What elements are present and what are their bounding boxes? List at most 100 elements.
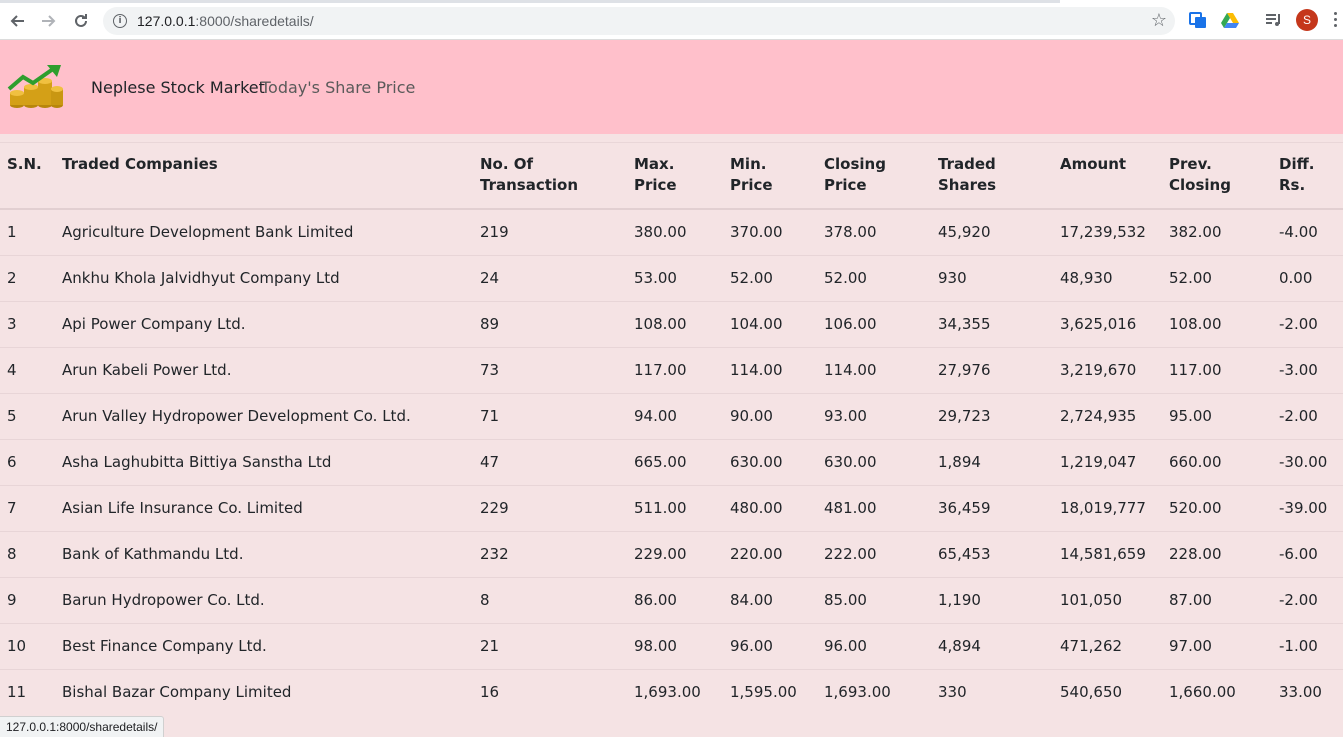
cell-sn: 2	[0, 255, 55, 302]
cell-diff: -4.00	[1272, 208, 1343, 256]
cell-amount: 540,650	[1053, 669, 1162, 715]
cell-min-price: 220.00	[723, 531, 817, 578]
forward-arrow-icon[interactable]	[38, 10, 60, 32]
cell-sn: 1	[0, 208, 55, 256]
cell-diff: -30.00	[1272, 439, 1343, 486]
cell-amount: 14,581,659	[1053, 531, 1162, 578]
status-bar-url: 127.0.0.1:8000/sharedetails/	[0, 716, 165, 737]
cell-closing-price: 378.00	[817, 208, 931, 256]
cell-closing-price: 630.00	[817, 439, 931, 486]
site-info-icon[interactable]: i	[113, 14, 127, 28]
cell-sn: 6	[0, 439, 55, 486]
column-header-line1: Diff.	[1279, 155, 1315, 173]
cell-min-price: 370.00	[723, 208, 817, 256]
cell-company: Asha Laghubitta Bittiya Sanstha Ltd	[55, 439, 473, 486]
reload-icon[interactable]	[70, 10, 92, 32]
cell-min-price: 480.00	[723, 485, 817, 532]
cell-diff: -2.00	[1272, 393, 1343, 440]
cell-closing-price: 106.00	[817, 301, 931, 348]
cell-diff: -2.00	[1272, 301, 1343, 348]
back-arrow-icon[interactable]	[6, 10, 28, 32]
cell-company: Arun Valley Hydropower Development Co. L…	[55, 393, 473, 440]
cell-max-price: 511.00	[627, 485, 723, 532]
cell-prev-closing: 520.00	[1162, 485, 1272, 532]
cell-prev-closing: 382.00	[1162, 208, 1272, 256]
url-host: 127.0.0.1	[137, 13, 196, 29]
column-header: S.N.	[0, 142, 55, 210]
cell-diff: -6.00	[1272, 531, 1343, 578]
cell-sn: 11	[0, 669, 55, 715]
url-text[interactable]: 127.0.0.1:8000/sharedetails/	[137, 13, 314, 29]
active-tab-edge	[1060, 0, 1343, 3]
cell-closing-price: 96.00	[817, 623, 931, 670]
column-header: Traded Companies	[55, 142, 473, 210]
table-row: 3 Api Power Company Ltd. 89 108.00 104.00 106…	[0, 301, 1343, 348]
media-queue-icon[interactable]	[1265, 11, 1283, 29]
column-header-line2: Shares	[938, 176, 997, 194]
cell-prev-closing: 95.00	[1162, 393, 1272, 440]
share-price-table: S.N. Traded Companies No. Of Transaction Max…	[0, 142, 1343, 715]
profile-avatar[interactable]: S	[1296, 9, 1318, 31]
cell-traded-shares: 36,459	[931, 485, 1053, 532]
cell-company: Best Finance Company Ltd.	[55, 623, 473, 670]
cell-closing-price: 1,693.00	[817, 669, 931, 715]
column-header: Closing Price	[817, 142, 931, 210]
cell-min-price: 630.00	[723, 439, 817, 486]
cell-diff: -2.00	[1272, 577, 1343, 624]
column-header-line1: Traded	[938, 155, 996, 173]
cell-min-price: 90.00	[723, 393, 817, 440]
column-header-line1: Amount	[1060, 155, 1127, 173]
bookmark-star-icon[interactable]: ☆	[1151, 10, 1167, 31]
cell-amount: 3,625,016	[1053, 301, 1162, 348]
cell-company: Bishal Bazar Company Limited	[55, 669, 473, 715]
cell-diff: -3.00	[1272, 347, 1343, 394]
cell-amount: 18,019,777	[1053, 485, 1162, 532]
cell-prev-closing: 87.00	[1162, 577, 1272, 624]
cell-prev-closing: 660.00	[1162, 439, 1272, 486]
cell-max-price: 229.00	[627, 531, 723, 578]
table-row: 6 Asha Laghubitta Bittiya Sanstha Ltd 47 66…	[0, 439, 1343, 486]
column-header-line1: No. Of	[480, 155, 534, 173]
column-header: Amount	[1053, 142, 1162, 210]
cell-amount: 1,219,047	[1053, 439, 1162, 486]
google-drive-icon[interactable]	[1221, 11, 1239, 29]
translate-extension-icon[interactable]	[1189, 11, 1207, 29]
browser-menu-icon[interactable]	[1334, 12, 1338, 28]
address-bar[interactable]: i 127.0.0.1:8000/sharedetails/ ☆	[103, 7, 1175, 35]
cell-transactions: 73	[473, 347, 627, 394]
column-header-line1: Min.	[730, 155, 767, 173]
cell-diff: -1.00	[1272, 623, 1343, 670]
cell-max-price: 86.00	[627, 577, 723, 624]
cell-closing-price: 85.00	[817, 577, 931, 624]
cell-max-price: 108.00	[627, 301, 723, 348]
column-header-line2: Price	[634, 176, 677, 194]
table-body: 1 Agriculture Development Bank Limited 219…	[0, 208, 1343, 715]
table-row: 10 Best Finance Company Ltd. 21 98.00 96.00 9…	[0, 623, 1343, 670]
stock-logo-icon[interactable]	[7, 63, 65, 111]
column-header: No. Of Transaction	[473, 142, 627, 210]
cell-traded-shares: 45,920	[931, 208, 1053, 256]
cell-sn: 5	[0, 393, 55, 440]
cell-traded-shares: 29,723	[931, 393, 1053, 440]
cell-prev-closing: 1,660.00	[1162, 669, 1272, 715]
cell-transactions: 47	[473, 439, 627, 486]
cell-sn: 3	[0, 301, 55, 348]
cell-max-price: 53.00	[627, 255, 723, 302]
cell-min-price: 1,595.00	[723, 669, 817, 715]
cell-min-price: 104.00	[723, 301, 817, 348]
cell-amount: 3,219,670	[1053, 347, 1162, 394]
column-header: Traded Shares	[931, 142, 1053, 210]
column-header: Diff. Rs.	[1272, 142, 1343, 210]
nav-link-todays-share-price[interactable]: Today's Share Price	[261, 78, 415, 97]
table-header-row: S.N. Traded Companies No. Of Transaction Max…	[0, 142, 1343, 210]
table-row: 1 Agriculture Development Bank Limited 219…	[0, 208, 1343, 256]
table-row: 7 Asian Life Insurance Co. Limited 229 511.…	[0, 485, 1343, 532]
cell-min-price: 84.00	[723, 577, 817, 624]
cell-transactions: 8	[473, 577, 627, 624]
brand-name[interactable]: Neplese Stock Market	[91, 78, 265, 97]
browser-toolbar: i 127.0.0.1:8000/sharedetails/ ☆ S	[0, 0, 1343, 40]
cell-max-price: 117.00	[627, 347, 723, 394]
cell-company: Agriculture Development Bank Limited	[55, 208, 473, 256]
cell-traded-shares: 34,355	[931, 301, 1053, 348]
column-header-line1: Traded Companies	[62, 155, 218, 173]
